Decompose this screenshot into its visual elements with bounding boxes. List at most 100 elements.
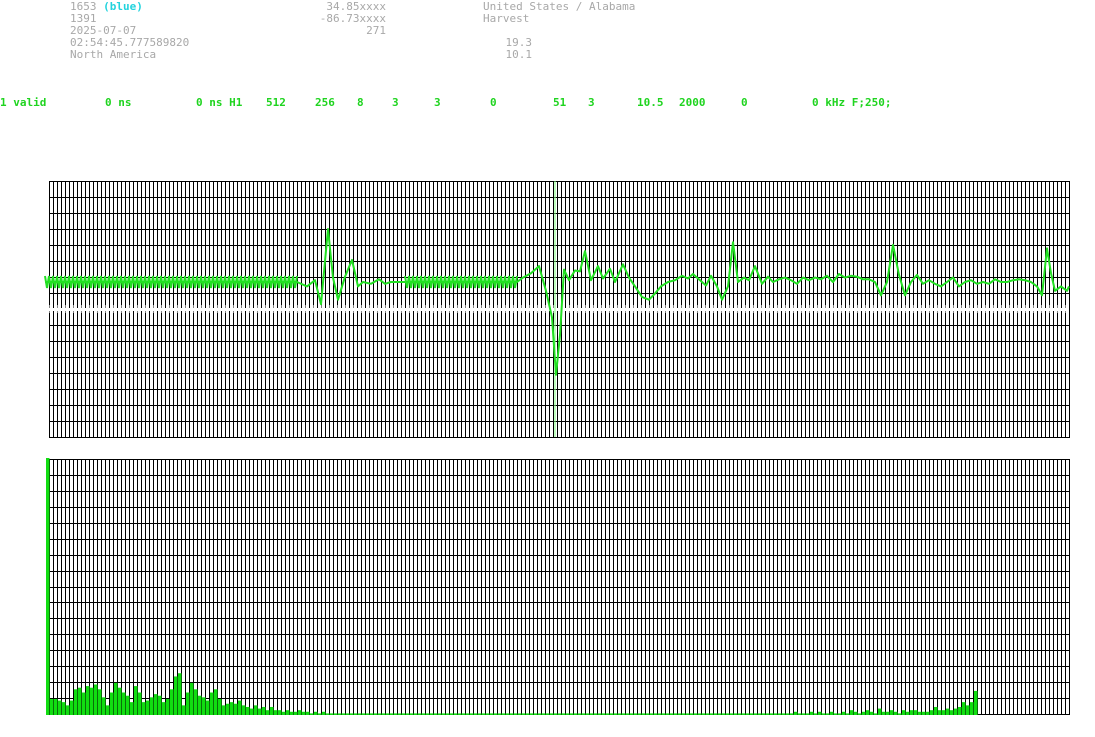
spectrum-bar xyxy=(126,695,130,715)
spectrum-bar xyxy=(290,711,294,715)
spectrum-bar xyxy=(398,713,402,715)
spectrum-bar xyxy=(858,713,862,715)
spectrum-bar xyxy=(422,713,426,715)
spectrum-bar xyxy=(542,713,546,715)
spectrum-bar xyxy=(566,713,570,715)
spectrum-bar xyxy=(442,713,446,715)
spectrum-bar xyxy=(866,710,870,715)
spectrum-bar xyxy=(514,713,518,715)
spectrum-bar xyxy=(646,713,650,715)
spectrum-bar xyxy=(870,711,874,715)
spectrum-bar xyxy=(610,713,614,715)
spectrum-bar xyxy=(726,713,730,715)
spectrum-bar xyxy=(934,706,938,715)
spectrum-bar xyxy=(218,698,222,715)
spectrum-bar xyxy=(314,711,318,715)
spectrum-bar xyxy=(594,713,598,715)
spectrum-bar xyxy=(962,702,966,715)
spectrum-bar xyxy=(58,700,62,715)
spectrum-bar xyxy=(846,713,850,715)
spectrum-bar xyxy=(770,713,774,715)
spectrum-bar xyxy=(418,713,422,715)
spectrum-bar xyxy=(538,713,542,715)
spectrum-bar xyxy=(102,697,106,715)
spectrum-bar xyxy=(406,713,410,715)
spectrum-bar xyxy=(854,711,858,715)
spectrum-bar xyxy=(86,686,90,715)
spectrum-bar xyxy=(678,713,682,715)
spectrum-bar xyxy=(306,711,310,715)
spectrum-bar xyxy=(122,692,126,715)
spectrum-bar xyxy=(966,705,970,715)
spectrum-bar xyxy=(298,710,302,715)
spectrum-bar xyxy=(534,713,538,715)
spectrum-bar xyxy=(834,713,838,715)
spectrum-bar xyxy=(214,689,218,715)
spectrum-bar xyxy=(98,689,102,715)
spectrum-bar xyxy=(810,711,814,715)
spectrum-bar xyxy=(150,697,154,715)
spectrum-bar xyxy=(262,706,266,715)
spectrum-bar xyxy=(242,705,246,715)
spectrum-bar xyxy=(46,458,50,715)
spectrum-bar xyxy=(830,711,834,715)
spectrum-bar xyxy=(690,713,694,715)
spectrum-bar xyxy=(942,710,946,715)
spectrum-bar xyxy=(346,713,350,715)
spectrum-bar xyxy=(714,713,718,715)
spectrum-bar xyxy=(390,713,394,715)
spectrum-bar xyxy=(746,713,750,715)
spectrum-bar xyxy=(154,694,158,715)
spectrum-bar xyxy=(258,708,262,715)
spectrum-bar xyxy=(546,713,550,715)
spectrum-bar xyxy=(634,713,638,715)
spectrum-bar xyxy=(178,673,182,715)
spectrum-bar xyxy=(450,713,454,715)
spectrum-bar xyxy=(230,702,234,715)
spectrum-bar xyxy=(842,711,846,715)
spectrum-bar xyxy=(782,713,786,715)
spectrum-bar xyxy=(162,702,166,715)
spectrum-bar xyxy=(62,702,66,715)
spectrum-grid xyxy=(49,459,1070,715)
spectrum-bar xyxy=(710,713,714,715)
spectrum-bar xyxy=(146,700,150,715)
spectrum-bar xyxy=(286,710,290,715)
spectrum-bar xyxy=(70,700,74,715)
spectrum-bar xyxy=(430,713,434,715)
spectrum-bar xyxy=(278,710,282,715)
spectrum-bar xyxy=(294,711,298,715)
spectrum-bar xyxy=(338,713,342,715)
spectrum-bar xyxy=(246,706,250,715)
spectrum-bar xyxy=(194,689,198,715)
spectrum-bar xyxy=(926,711,930,715)
spectrum-bar xyxy=(118,687,122,715)
spectrum-bar xyxy=(582,713,586,715)
spectrum-bar xyxy=(658,713,662,715)
spectrum-bar xyxy=(862,711,866,715)
spectrum-bar xyxy=(882,711,886,715)
spectrum-bar xyxy=(130,702,134,715)
spectrum-bar xyxy=(630,713,634,715)
spectrum-bar xyxy=(226,703,230,715)
spectrum-bar xyxy=(518,713,522,715)
spectrum-bar xyxy=(954,708,958,715)
spectrum-bar xyxy=(938,710,942,715)
spectrum-bar xyxy=(650,713,654,715)
spectrum-bar xyxy=(698,713,702,715)
spectrum-bar xyxy=(326,713,330,715)
spectrum-bar xyxy=(82,692,86,715)
spectrum-bar xyxy=(718,713,722,715)
spectrum-bar xyxy=(94,684,98,715)
grid-lines xyxy=(49,459,1070,715)
spectrum-bar xyxy=(602,713,606,715)
spectrum-bar xyxy=(282,711,286,715)
spectrum-bar xyxy=(266,710,270,715)
spectrum-bar xyxy=(674,713,678,715)
spectrum-bar xyxy=(482,713,486,715)
spectrum-bar xyxy=(606,713,610,715)
spectrum-bar xyxy=(642,713,646,715)
spectrum-bar xyxy=(190,682,194,715)
spectrum-bar xyxy=(470,713,474,715)
spectrum-bar xyxy=(78,687,82,715)
